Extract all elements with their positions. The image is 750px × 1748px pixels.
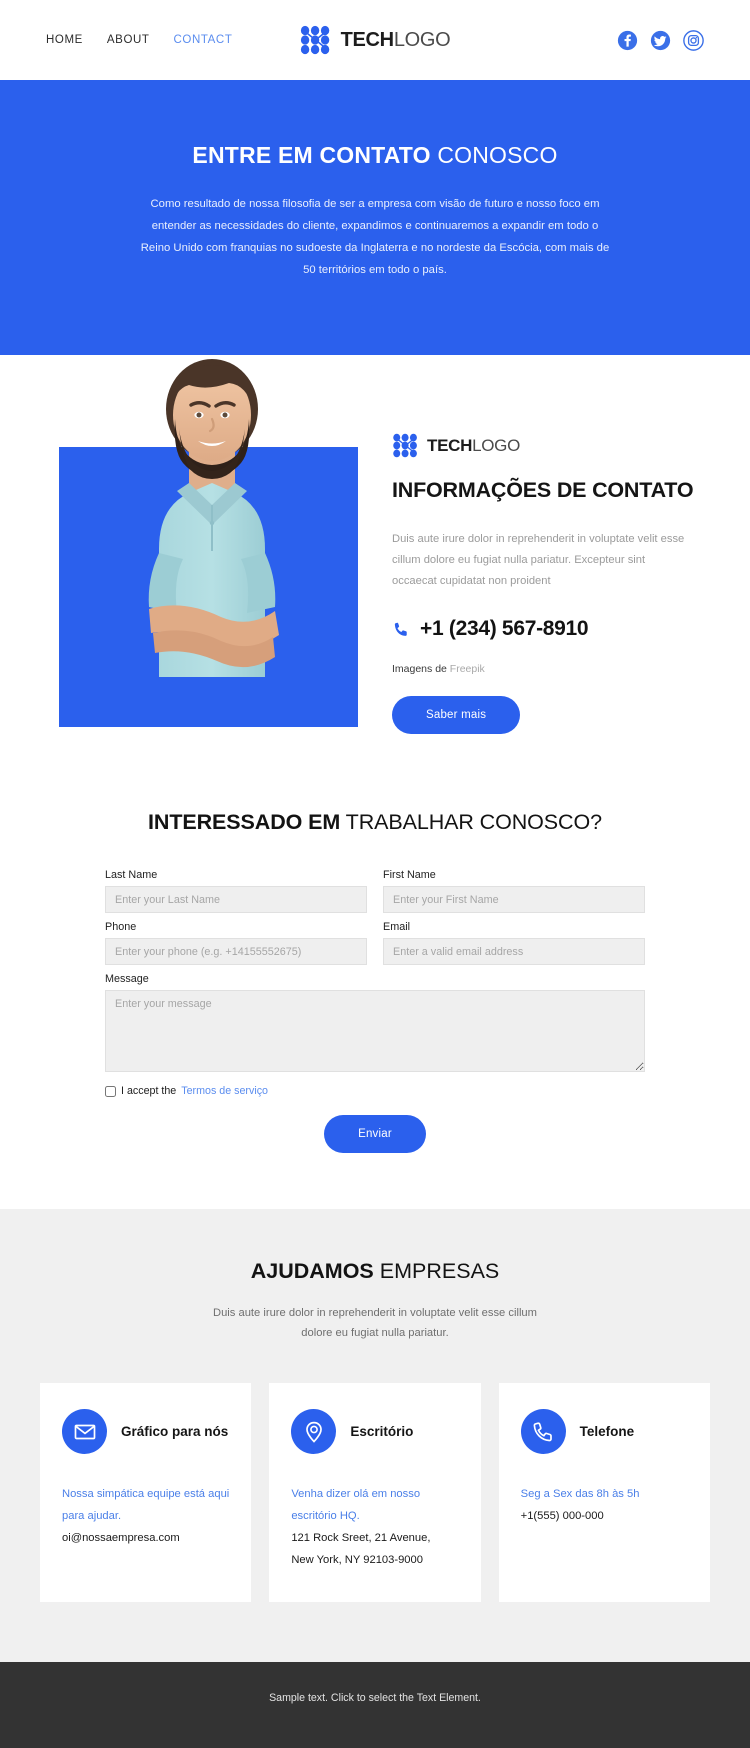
field-email: Email [383,921,645,966]
field-phone: Phone [105,921,367,966]
help-card: Gráfico para nós Nossa simpática equipe … [40,1383,252,1602]
help-title: AJUDAMOS EMPRESAS [250,1259,500,1284]
site-footer: Sample text. Click to select the Text El… [0,1661,750,1748]
techlogo-dots-icon [393,433,417,458]
help-card-blue-text: Nossa simpática equipe está aqui para aj… [62,1488,230,1523]
facebook-icon[interactable] [617,30,638,51]
label-first-name: First Name [383,869,436,882]
site-logo[interactable]: TECHLOGO [300,25,451,55]
enviar-submit-button[interactable]: Enviar [324,1115,426,1154]
phone-icon-badge [520,1409,566,1455]
nav-item-about[interactable]: ABOUT [107,34,150,46]
terms-of-service-link[interactable]: Termos de serviço [181,1085,268,1097]
hero-paragraph: Como resultado de nossa filosofia de ser… [140,198,610,277]
label-phone: Phone [105,921,137,934]
contact-form-section: INTERESSADO EM TRABALHAR CONOSCO? Last N… [0,786,750,1210]
envelope-icon [74,1424,95,1440]
last-name-input[interactable] [105,886,367,914]
label-email: Email [383,921,410,934]
contact-photo-block [59,359,358,728]
saber-mais-button[interactable]: Saber mais [392,696,521,735]
nav-item-contact[interactable]: CONTACT [174,34,233,46]
contact-info-logo: TECHLOGO [392,433,704,458]
hero-title: ENTRE EM CONTATO CONOSCO [192,142,558,168]
site-header: HOME ABOUT CONTACT TECHLOGO [0,0,750,80]
footer-sample-text[interactable]: Sample text. Click to select the Text El… [0,1692,750,1704]
techlogo-dots-icon [300,25,330,55]
help-card: Escritório Venha dizer olá em nosso escr… [269,1383,481,1602]
image-credit: Imagens de Freepik [392,663,485,676]
accept-terms-text: I accept the [121,1085,177,1098]
field-message: Message [105,973,645,1077]
person-photo [148,359,279,678]
contact-form: Last Name First Name Phone Email Message [105,869,645,1154]
map-pin-icon [305,1421,322,1443]
phone-input[interactable] [105,938,367,966]
help-subtitle: Duis aute irure dolor in reprehenderit i… [213,1307,537,1339]
main-navigation: HOME ABOUT CONTACT [46,34,232,46]
help-card-dark-text: 121 Rock Sreet, 21 Avenue, [291,1532,431,1545]
label-last-name: Last Name [105,869,158,882]
contact-info-title: INFORMAÇÕES DE CONTATO [392,478,694,503]
help-cards: Gráfico para nós Nossa simpática equipe … [0,1383,750,1602]
submit-row: Enviar [105,1115,645,1154]
twitter-icon[interactable] [650,30,671,51]
field-first-name: First Name [383,869,645,914]
hero-section: ENTRE EM CONTATO CONOSCO Como resultado … [0,80,750,356]
help-card-dark-text: oi@nossaempresa.com [62,1532,180,1545]
brand-wordmark: TECHLOGO [340,28,451,51]
email-input[interactable] [383,938,645,966]
help-card-title: Escritório [350,1423,414,1439]
help-card-dark-text: New York, NY 92103-9000 [291,1553,423,1566]
label-message: Message [105,973,149,986]
brand-wordmark: TECHLOGO [427,435,521,455]
instagram-icon[interactable] [683,29,704,51]
help-card-title: Gráfico para nós [121,1423,229,1439]
phone-icon [394,622,407,636]
help-card-blue-text: Venha dizer olá em nosso escritório HQ. [291,1488,421,1523]
accept-terms-checkbox[interactable] [105,1085,116,1097]
contact-phone[interactable]: +1 (234) 567-8910 [392,617,704,641]
first-name-input[interactable] [383,886,645,914]
help-card-blue-text: Seg a Sex das 8h às 5h [520,1488,640,1501]
contact-info-section: TECHLOGO INFORMAÇÕES DE CONTATO Duis aut… [0,355,750,787]
help-card-dark-text: +1(555) 000-000 [520,1510,604,1523]
phone-icon [533,1422,553,1442]
help-section: AJUDAMOS EMPRESAS Duis aute irure dolor … [0,1209,750,1662]
terms-acceptance-row: I accept the Termos de serviço [105,1085,645,1097]
nav-item-home[interactable]: HOME [46,34,83,46]
contact-info-description: Duis aute irure dolor in reprehenderit i… [392,533,685,587]
map-pin-icon-badge [291,1409,337,1455]
form-heading: INTERESSADO EM TRABALHAR CONOSCO? [148,810,602,835]
phone-number: +1 (234) 567-8910 [420,617,589,641]
message-textarea[interactable] [105,990,645,1073]
envelope-icon-badge [62,1409,107,1455]
help-card: Telefone Seg a Sex das 8h às 5h +1(555) … [498,1383,710,1602]
social-links [617,29,704,51]
field-last-name: Last Name [105,869,367,914]
help-card-title: Telefone [579,1423,635,1439]
freepik-link[interactable]: Freepik [450,663,485,675]
